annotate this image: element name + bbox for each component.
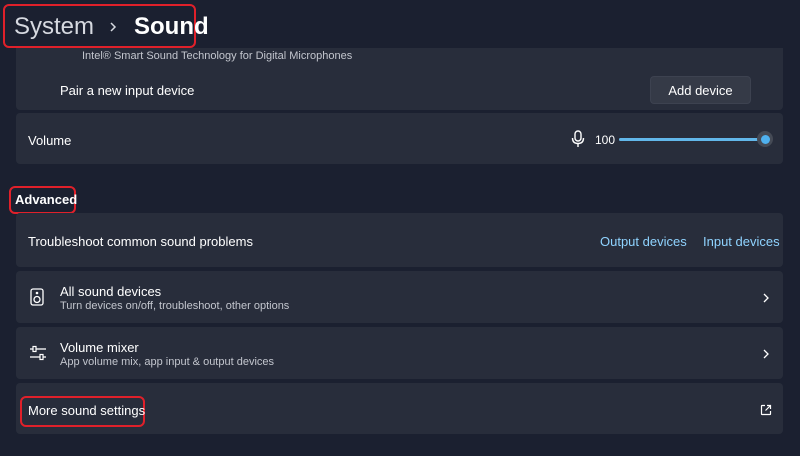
- all-sound-devices-title: All sound devices: [60, 284, 162, 299]
- troubleshoot-label: Troubleshoot common sound problems: [28, 234, 253, 249]
- breadcrumb-system[interactable]: System: [14, 13, 94, 41]
- all-sound-devices-subtitle: Turn devices on/off, troubleshoot, other…: [60, 300, 290, 312]
- breadcrumb: System Sound: [14, 12, 209, 42]
- chevron-right-icon: [108, 20, 122, 34]
- add-device-button[interactable]: Add device: [650, 76, 751, 104]
- volume-slider-thumb[interactable]: [757, 131, 773, 147]
- mixer-sliders-icon: [29, 345, 47, 361]
- volume-value: 100: [595, 133, 616, 147]
- more-sound-settings-label: More sound settings: [28, 403, 146, 418]
- volume-slider-fill: [619, 138, 765, 141]
- advanced-heading: Advanced: [15, 192, 78, 207]
- pair-input-device-label: Pair a new input device: [60, 83, 195, 98]
- chevron-right-icon: [761, 291, 771, 303]
- volume-mixer-subtitle: App volume mix, app input & output devic…: [60, 356, 275, 368]
- microphone-icon: [571, 130, 585, 148]
- chevron-right-icon: [761, 347, 771, 359]
- volume-mixer-title: Volume mixer: [60, 340, 139, 355]
- volume-label: Volume: [28, 133, 72, 148]
- output-devices-link[interactable]: Output devices: [600, 234, 687, 249]
- input-device-subtitle: Intel® Smart Sound Technology for Digita…: [82, 50, 353, 62]
- input-devices-link[interactable]: Input devices: [703, 234, 780, 249]
- open-external-icon: [760, 403, 772, 416]
- speaker-icon: [30, 288, 44, 306]
- page-title: Sound: [134, 13, 209, 40]
